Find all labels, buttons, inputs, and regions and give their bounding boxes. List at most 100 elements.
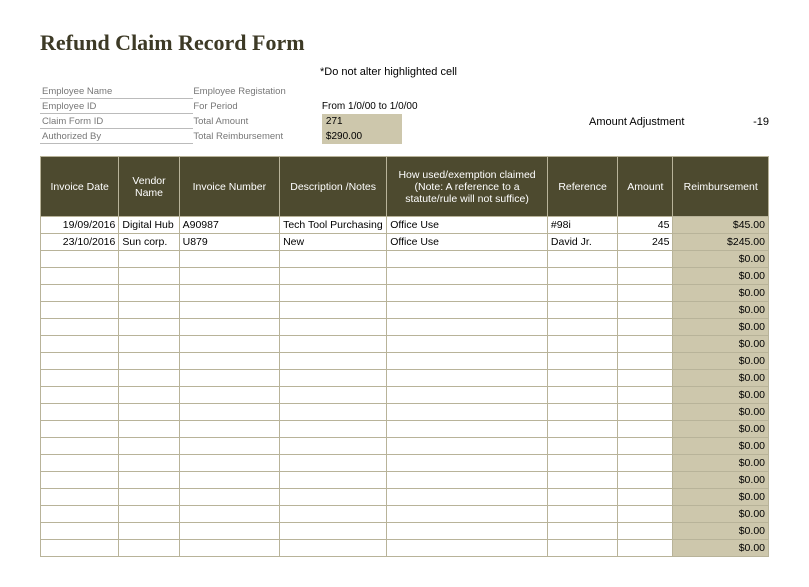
reference-cell[interactable] [547, 268, 617, 285]
how-used-cell[interactable] [387, 251, 548, 268]
description-cell[interactable] [280, 540, 387, 557]
vendor-cell[interactable] [119, 523, 179, 540]
vendor-cell[interactable] [119, 540, 179, 557]
vendor-cell[interactable] [119, 285, 179, 302]
description-cell[interactable] [280, 251, 387, 268]
invoice-number-cell[interactable] [179, 319, 279, 336]
how-used-cell[interactable] [387, 438, 548, 455]
invoice-number-cell[interactable] [179, 438, 279, 455]
vendor-cell[interactable] [119, 472, 179, 489]
invoice-date-cell[interactable] [41, 523, 119, 540]
invoice-date-cell[interactable] [41, 336, 119, 353]
reference-cell[interactable] [547, 506, 617, 523]
description-cell[interactable] [280, 319, 387, 336]
invoice-date-cell[interactable] [41, 251, 119, 268]
reference-cell[interactable] [547, 387, 617, 404]
invoice-number-cell[interactable] [179, 540, 279, 557]
amount-cell[interactable] [618, 489, 673, 506]
table-row[interactable]: $0.00 [41, 472, 769, 489]
amount-cell[interactable] [618, 285, 673, 302]
invoice-number-cell[interactable]: U879 [179, 234, 279, 251]
table-row[interactable]: $0.00 [41, 421, 769, 438]
reference-cell[interactable] [547, 336, 617, 353]
invoice-number-cell[interactable] [179, 353, 279, 370]
vendor-cell[interactable] [119, 438, 179, 455]
amount-cell[interactable] [618, 268, 673, 285]
how-used-cell[interactable] [387, 268, 548, 285]
reference-cell[interactable] [547, 421, 617, 438]
table-row[interactable]: $0.00 [41, 285, 769, 302]
vendor-cell[interactable] [119, 336, 179, 353]
description-cell[interactable] [280, 302, 387, 319]
vendor-cell[interactable] [119, 370, 179, 387]
reference-cell[interactable] [547, 489, 617, 506]
invoice-number-cell[interactable] [179, 251, 279, 268]
invoice-number-cell[interactable] [179, 285, 279, 302]
invoice-date-cell[interactable] [41, 302, 119, 319]
how-used-cell[interactable] [387, 319, 548, 336]
invoice-date-cell[interactable] [41, 540, 119, 557]
amount-cell[interactable]: 45 [618, 217, 673, 234]
reference-cell[interactable] [547, 455, 617, 472]
description-cell[interactable] [280, 506, 387, 523]
description-cell[interactable] [280, 455, 387, 472]
table-row[interactable]: $0.00 [41, 336, 769, 353]
invoice-date-cell[interactable] [41, 489, 119, 506]
table-row[interactable]: $0.00 [41, 302, 769, 319]
vendor-cell[interactable]: Sun corp. [119, 234, 179, 251]
how-used-cell[interactable] [387, 353, 548, 370]
vendor-cell[interactable]: Digital Hub [119, 217, 179, 234]
table-row[interactable]: $0.00 [41, 489, 769, 506]
invoice-date-cell[interactable] [41, 268, 119, 285]
how-used-cell[interactable]: Office Use [387, 217, 548, 234]
how-used-cell[interactable] [387, 370, 548, 387]
amount-cell[interactable] [618, 370, 673, 387]
reference-cell[interactable] [547, 472, 617, 489]
reference-cell[interactable] [547, 540, 617, 557]
description-cell[interactable] [280, 336, 387, 353]
description-cell[interactable] [280, 438, 387, 455]
reference-cell[interactable] [547, 523, 617, 540]
invoice-date-cell[interactable]: 19/09/2016 [41, 217, 119, 234]
description-cell[interactable]: New [280, 234, 387, 251]
invoice-number-cell[interactable] [179, 421, 279, 438]
reference-cell[interactable] [547, 251, 617, 268]
reference-cell[interactable] [547, 353, 617, 370]
how-used-cell[interactable] [387, 285, 548, 302]
vendor-cell[interactable] [119, 302, 179, 319]
description-cell[interactable]: Tech Tool Purchasing [280, 217, 387, 234]
invoice-date-cell[interactable] [41, 404, 119, 421]
vendor-cell[interactable] [119, 404, 179, 421]
amount-cell[interactable] [618, 455, 673, 472]
description-cell[interactable] [280, 387, 387, 404]
reference-cell[interactable]: #98i [547, 217, 617, 234]
amount-cell[interactable] [618, 251, 673, 268]
vendor-cell[interactable] [119, 353, 179, 370]
invoice-number-cell[interactable] [179, 455, 279, 472]
invoice-date-cell[interactable] [41, 438, 119, 455]
invoice-date-cell[interactable] [41, 387, 119, 404]
amount-cell[interactable] [618, 438, 673, 455]
invoice-number-cell[interactable] [179, 387, 279, 404]
invoice-number-cell[interactable] [179, 404, 279, 421]
invoice-date-cell[interactable] [41, 455, 119, 472]
description-cell[interactable] [280, 523, 387, 540]
how-used-cell[interactable] [387, 455, 548, 472]
table-row[interactable]: $0.00 [41, 438, 769, 455]
how-used-cell[interactable] [387, 421, 548, 438]
invoice-date-cell[interactable]: 23/10/2016 [41, 234, 119, 251]
table-row[interactable]: $0.00 [41, 319, 769, 336]
description-cell[interactable] [280, 404, 387, 421]
amount-cell[interactable] [618, 404, 673, 421]
table-row[interactable]: 19/09/2016Digital HubA90987Tech Tool Pur… [41, 217, 769, 234]
amount-cell[interactable] [618, 506, 673, 523]
amount-cell[interactable] [618, 421, 673, 438]
table-row[interactable]: $0.00 [41, 540, 769, 557]
amount-cell[interactable] [618, 319, 673, 336]
vendor-cell[interactable] [119, 251, 179, 268]
invoice-number-cell[interactable] [179, 370, 279, 387]
how-used-cell[interactable] [387, 472, 548, 489]
description-cell[interactable] [280, 472, 387, 489]
description-cell[interactable] [280, 421, 387, 438]
amount-cell[interactable]: 245 [618, 234, 673, 251]
